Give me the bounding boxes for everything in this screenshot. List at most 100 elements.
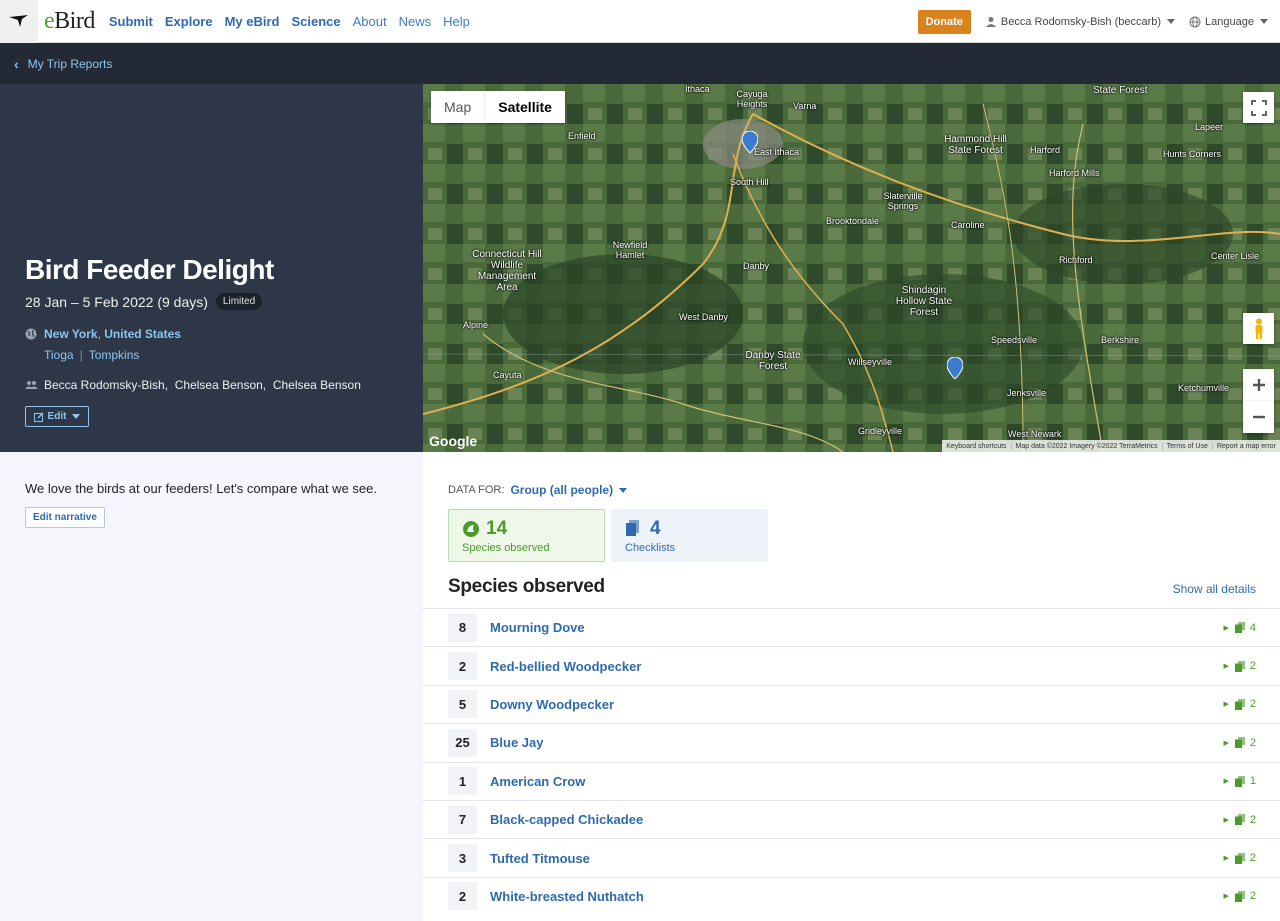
language-menu[interactable]: Language [1189,16,1268,28]
bird-logo-icon [9,15,28,27]
cornell-lab-logo[interactable] [0,0,38,43]
nav-link-about[interactable]: About [353,14,387,29]
species-name-link[interactable]: Downy Woodpecker [490,697,614,712]
nav-link-explore[interactable]: Explore [165,14,213,29]
map-type-satellite-button[interactable]: Satellite [485,91,565,123]
map-type-map-button[interactable]: Map [431,91,486,123]
species-count: 14 [486,518,508,539]
google-logo: Google [429,433,478,449]
map-place-label: Ithaca [685,84,710,94]
species-checklist-count[interactable]: ▶ 2 [1223,814,1256,826]
species-checklist-count[interactable]: ▶ 2 [1223,737,1256,749]
state-link[interactable]: New York [44,327,98,341]
species-row[interactable]: 25 Blue Jay ▶ 2 [423,723,1280,761]
trip-map[interactable]: Ithaca Cayuga Heights Varna Enfield East… [423,84,1280,452]
map-place-label: State Forest [1093,85,1148,96]
location-pin-icon[interactable] [947,357,963,379]
species-list: 8 Mourning Dove ▶ 4 2 Red-bellied Woodpecker ▶… [423,608,1280,915]
species-count-badge: 25 [448,728,477,757]
ebird-logo[interactable]: eBird [44,8,95,35]
species-name-link[interactable]: Red-bellied Woodpecker [490,659,641,674]
map-place-label: Caroline [951,220,985,230]
species-row[interactable]: 3 Tufted Titmouse ▶ 2 [423,838,1280,876]
map-type-toggle: Map Satellite [431,91,565,123]
nav-link-science[interactable]: Science [291,14,340,29]
nav-link-news[interactable]: News [399,14,432,29]
street-view-pegman[interactable] [1243,313,1274,344]
map-place-label: Berkshire [1101,335,1140,345]
show-all-details-link[interactable]: Show all details [1173,582,1256,596]
map-place-label: East Ithaca [754,147,800,157]
species-stat-card[interactable]: 14 Species observed [448,509,605,562]
expand-arrow-icon: ▶ [1223,816,1229,824]
species-name-link[interactable]: Mourning Dove [490,620,585,635]
species-checklist-count[interactable]: ▶ 2 [1223,852,1256,864]
location-pin-icon[interactable] [742,131,758,153]
species-checklist-count[interactable]: ▶ 1 [1223,775,1256,787]
checklists-stat-card[interactable]: 4 Checklists [611,509,768,562]
brand-e: e [44,7,55,34]
species-row[interactable]: 7 Black-capped Chickadee ▶ 2 [423,799,1280,838]
county-link-tompkins[interactable]: Tompkins [89,348,140,362]
trip-dates: 28 Jan – 5 Feb 2022 (9 days) Limited [25,293,263,310]
species-checklist-count[interactable]: ▶ 4 [1223,622,1256,634]
data-for-dropdown[interactable]: Group (all people) [510,483,613,497]
zoom-out-button[interactable] [1243,401,1274,433]
species-checklist-count[interactable]: ▶ 2 [1223,698,1256,710]
comma-sep: , [97,327,105,341]
nav-link-submit[interactable]: Submit [109,14,153,29]
species-checklist-count[interactable]: ▶ 2 [1223,660,1256,672]
species-row[interactable]: 5 Downy Woodpecker ▶ 2 [423,684,1280,723]
species-checklist-count[interactable]: ▶ 2 [1223,890,1256,902]
keyboard-shortcuts-link[interactable]: Keyboard shortcuts [942,443,1010,450]
donate-button[interactable]: Donate [917,9,971,34]
chevron-down-icon [1167,19,1176,24]
globe-icon [1189,16,1201,27]
expand-arrow-icon: ▶ [1223,739,1229,747]
species-stat-value: 14 [462,518,591,540]
species-name-link[interactable]: American Crow [490,774,585,789]
map-place-label: Varna [793,101,817,111]
edit-trip-button[interactable]: Edit [25,406,89,427]
map-place-label: Jenksville [1007,388,1047,398]
species-name-link[interactable]: White-breasted Nuthatch [490,889,644,904]
species-name-link[interactable]: Black-capped Chickadee [490,812,643,827]
map-place-label: Gridleyville [858,426,903,436]
map-place-label: Willseyville [848,357,893,367]
checklist-icon [1234,814,1245,826]
checklist-icon [1234,775,1245,787]
species-section-title: Species observed [448,576,605,597]
species-row[interactable]: 8 Mourning Dove ▶ 4 [423,608,1280,646]
map-place-label: Danby [743,261,770,271]
participant: Becca Rodomsky-Bish [44,378,165,392]
species-row[interactable]: 2 Red-bellied Woodpecker ▶ 2 [423,646,1280,684]
chevron-down-icon [72,414,81,419]
map-place-label: Harford Mills [1049,168,1100,178]
satellite-imagery [423,84,1280,452]
terms-of-use-link[interactable]: Terms of Use [1161,442,1212,450]
country-link[interactable]: United States [104,327,181,341]
map-place-label: Connecticut Hill Wildlife Management Are… [472,249,542,293]
zoom-in-button[interactable] [1243,369,1274,401]
map-place-label: Hunts Corners [1163,149,1222,159]
county-link-tioga[interactable]: Tioga [44,348,74,362]
data-for-label: DATA FOR: [448,484,505,496]
checklist-count-value: 2 [1249,698,1256,711]
species-name-link[interactable]: Tufted Titmouse [490,851,590,866]
map-place-label: Cayuga Heights [736,89,768,109]
nav-link-my-ebird[interactable]: My eBird [225,14,280,29]
plus-icon [1252,379,1265,391]
species-name-link[interactable]: Blue Jay [490,735,543,750]
user-menu[interactable]: Becca Rodomsky-Bish (beccarb) [985,16,1176,28]
nav-link-help[interactable]: Help [443,14,470,29]
map-place-label: Harford [1030,145,1061,155]
checklists-count: 4 [650,518,661,539]
fullscreen-button[interactable] [1243,92,1274,123]
species-row[interactable]: 1 American Crow ▶ 1 [423,761,1280,800]
species-icon [463,521,479,537]
edit-narrative-button[interactable]: Edit narrative [25,507,105,528]
breadcrumb-bar: ‹ My Trip Reports [0,43,1280,84]
back-to-trip-reports-link[interactable]: ‹ My Trip Reports [14,56,112,72]
species-row[interactable]: 2 White-breasted Nuthatch ▶ 2 [423,876,1280,915]
report-map-error-link[interactable]: Report a map error [1211,442,1280,450]
